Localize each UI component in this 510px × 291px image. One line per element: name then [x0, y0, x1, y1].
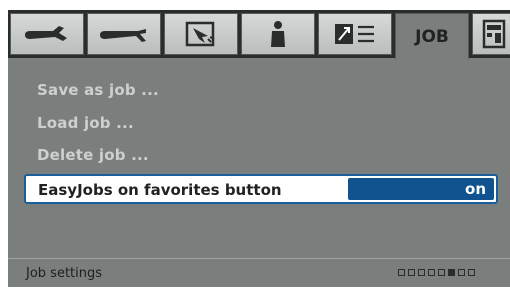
tab-weld-process[interactable]	[164, 13, 238, 55]
easyjobs-favorites-row[interactable]: EasyJobs on favorites button on	[24, 174, 498, 204]
tab-wire-feed[interactable]	[87, 13, 161, 55]
page-dot	[458, 269, 465, 276]
tab-machine-panel[interactable]	[472, 13, 510, 55]
page-indicator	[398, 269, 475, 276]
settings-list-icon	[335, 24, 374, 44]
job-settings-screen: JOB Save as job ... Load job ... Delete …	[8, 10, 510, 287]
tab-welding-torch[interactable]	[10, 13, 84, 55]
operator-icon	[271, 21, 285, 47]
page-dot	[468, 269, 475, 276]
weld-process-icon	[185, 21, 215, 47]
tab-operator[interactable]	[241, 13, 315, 55]
tab-job[interactable]: JOB	[395, 13, 469, 59]
page-dot	[448, 269, 455, 276]
page-dot	[438, 269, 445, 276]
wire-feed-icon	[100, 29, 146, 42]
easyjobs-favorites-label: EasyJobs on favorites button	[38, 181, 282, 199]
page-dot	[408, 269, 415, 276]
page-dot	[398, 269, 405, 276]
footer-divider	[8, 258, 510, 259]
page-dot	[428, 269, 435, 276]
welding-torch-icon	[25, 26, 67, 41]
save-as-job-item[interactable]: Save as job ...	[37, 81, 159, 99]
easyjobs-favorites-value[interactable]: on	[348, 178, 494, 200]
page-dot	[418, 269, 425, 276]
tab-settings-list[interactable]	[318, 13, 392, 55]
delete-job-item[interactable]: Delete job ...	[37, 146, 149, 164]
screen-title: Job settings	[26, 266, 103, 281]
load-job-item[interactable]: Load job ...	[37, 114, 134, 132]
tab-bar: JOB	[8, 10, 510, 59]
machine-panel-icon	[482, 19, 506, 49]
tab-job-label: JOB	[415, 26, 449, 47]
